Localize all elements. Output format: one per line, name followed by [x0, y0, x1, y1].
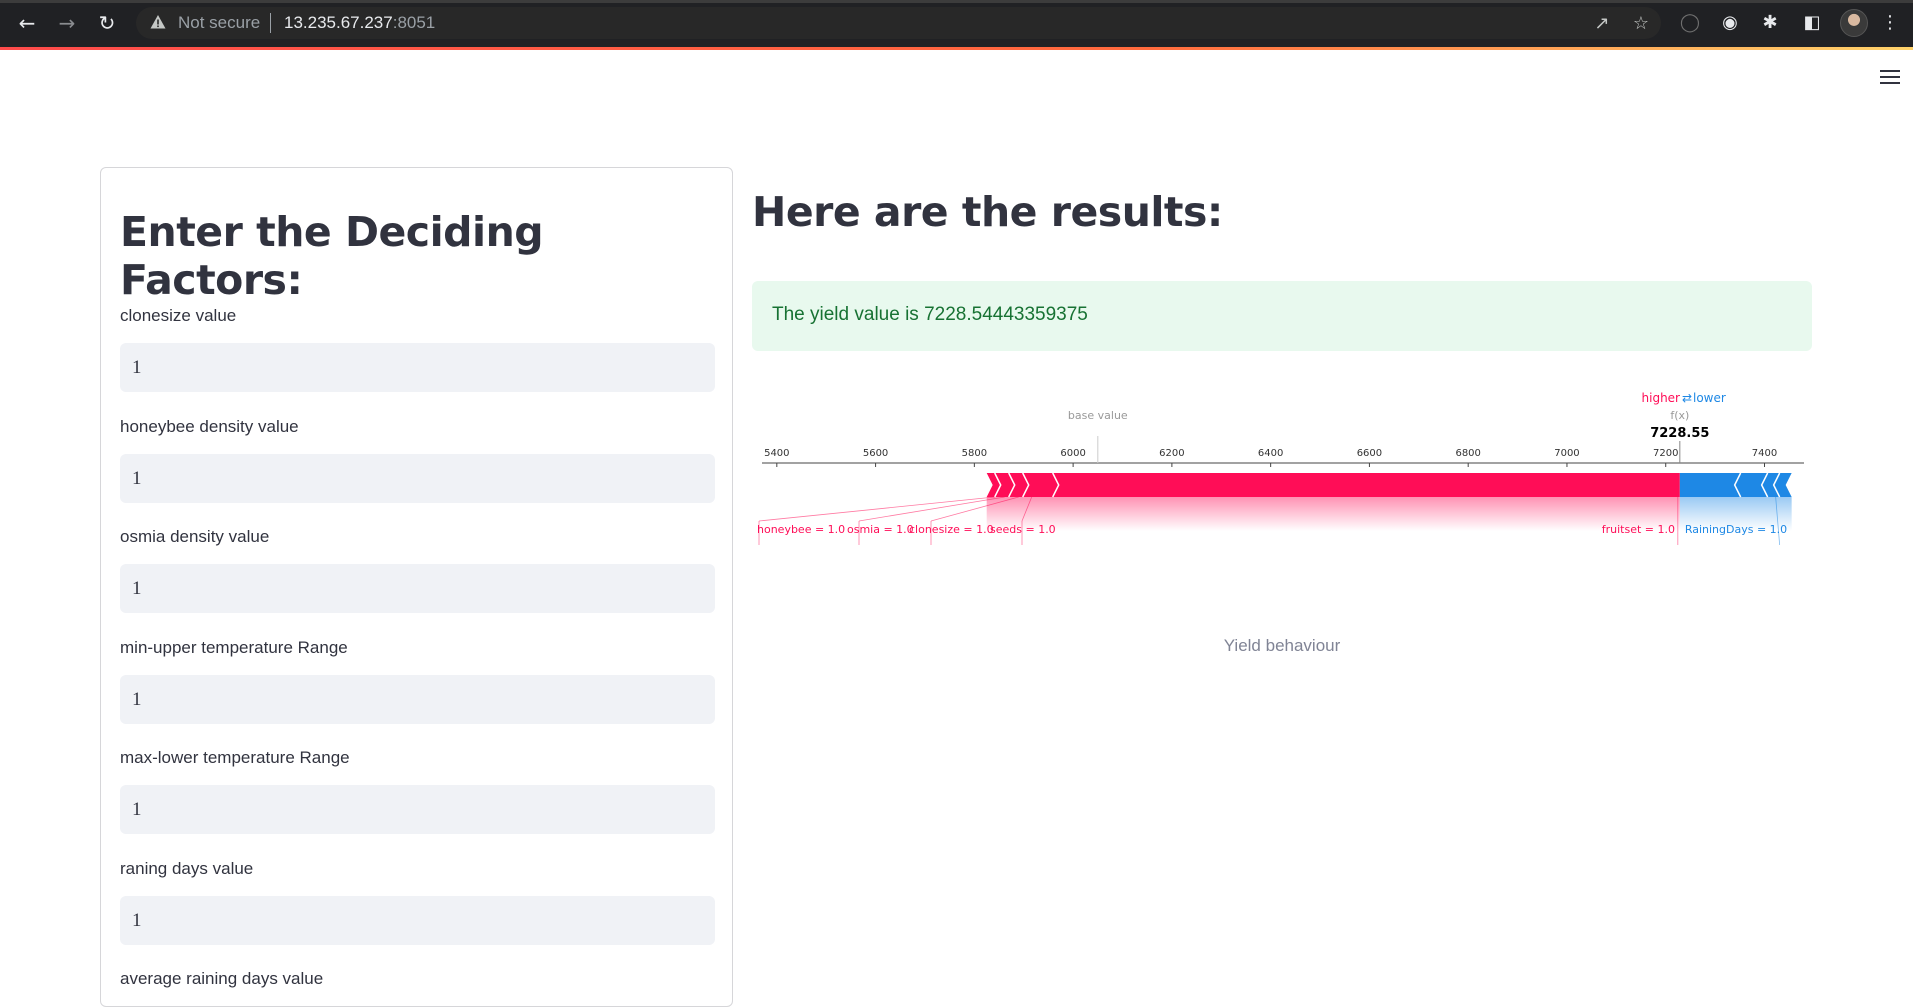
x-axis-tick-label: 6400	[1258, 448, 1283, 459]
bookmark-star-icon[interactable]: ☆	[1630, 13, 1652, 35]
max-lower-temp-label: max-lower temperature Range	[120, 748, 350, 767]
app-menu-icon[interactable]	[1880, 70, 1902, 88]
higher-feature-label: clonesize = 1.0	[909, 523, 994, 536]
x-axis-tick-label: 7400	[1752, 448, 1777, 459]
form-title: Enter the Deciding Factors:	[120, 208, 544, 304]
reload-icon[interactable]: ↻	[94, 10, 120, 36]
clonesize-input[interactable]: 1	[120, 343, 715, 392]
raining-days-input[interactable]: 1	[120, 896, 715, 945]
browser-toolbar: ← → ↻ Not secure 13.235.67.237:8051 ↗ ☆ …	[0, 0, 1913, 47]
profile-avatar[interactable]	[1840, 9, 1868, 37]
x-axis-tick-label: 7000	[1554, 448, 1579, 459]
higher-feature-label: honeybee = 1.0	[757, 523, 845, 536]
url-host: 13.235.67.237	[284, 13, 393, 32]
x-axis-tick-label: 6600	[1357, 448, 1382, 459]
x-axis-tick-label: 6200	[1159, 448, 1184, 459]
browser-menu-icon[interactable]: ⋮	[1878, 11, 1902, 35]
higher-shading	[986, 497, 1680, 531]
x-axis-tick-label: 5600	[863, 448, 888, 459]
x-axis-tick-label: 5400	[764, 448, 789, 459]
input-form-card: Enter the Deciding Factors: clonesize va…	[100, 167, 733, 1007]
success-alert: The yield value is 7228.54443359375	[752, 281, 1812, 351]
min-upper-temp-label: min-upper temperature Range	[120, 638, 348, 657]
app-loading-bar	[0, 47, 1913, 50]
share-icon[interactable]: ↗	[1591, 13, 1613, 35]
legend-lower: lower	[1693, 391, 1726, 405]
x-axis-tick-label: 5800	[962, 448, 987, 459]
extension-globe-icon[interactable]: ◉	[1718, 11, 1742, 35]
extensions-puzzle-icon[interactable]: ✱	[1758, 11, 1782, 35]
higher-feature-label: osmia = 1.0	[847, 523, 914, 536]
honeybee-input[interactable]: 1	[120, 454, 715, 503]
legend-higher: higher	[1642, 391, 1681, 405]
higher-feature-connector	[858, 496, 1005, 522]
higher-feature-connector	[758, 496, 995, 522]
url-text[interactable]: 13.235.67.237:8051	[284, 13, 435, 33]
force-plot-chart: higher ⇄ lower base value f(x) 7228.55 5…	[757, 391, 1804, 545]
honeybee-label: honeybee density value	[120, 417, 299, 436]
results-title: Here are the results:	[752, 188, 1223, 236]
side-panel-icon[interactable]: ◧	[1800, 11, 1824, 35]
higher-bar	[986, 473, 1680, 497]
tab-strip-edge	[0, 0, 1913, 3]
max-lower-temp-input[interactable]: 1	[120, 785, 715, 834]
x-axis-tick-label: 7200	[1653, 448, 1678, 459]
raining-days-label: raning days value	[120, 859, 254, 878]
back-arrow-icon[interactable]: ←	[14, 10, 40, 36]
fx-value: 7228.55	[1650, 426, 1709, 441]
lower-feature-label: RainingDays = 1.0	[1685, 523, 1787, 536]
higher-feature-label: fruitset = 1.0	[1602, 523, 1675, 536]
url-port: :8051	[392, 13, 436, 32]
address-separator	[270, 13, 271, 33]
x-axis-tick-label: 6800	[1455, 448, 1480, 459]
osmia-input[interactable]: 1	[120, 564, 715, 613]
plot-caption: Yield behaviour	[1223, 636, 1341, 655]
address-bar[interactable]: Not secure 13.235.67.237:8051 ↗ ☆	[136, 7, 1661, 39]
avg-raining-days-label: average raining days value	[120, 969, 324, 988]
extension-mouse-icon[interactable]: ◯	[1678, 11, 1702, 35]
clonesize-label: clonesize value	[120, 306, 237, 325]
higher-feature-label: seeds = 1.0	[990, 523, 1056, 536]
min-upper-temp-input[interactable]: 1	[120, 675, 715, 724]
osmia-label: osmia density value	[120, 527, 270, 546]
security-status[interactable]: Not secure	[178, 13, 260, 33]
forward-arrow-icon[interactable]: →	[54, 10, 80, 36]
fx-label: f(x)	[1670, 409, 1689, 422]
base-value-label: base value	[1068, 409, 1128, 422]
warning-icon	[150, 15, 166, 29]
lower-bar	[1679, 473, 1792, 497]
legend-arrows: ⇄	[1682, 391, 1692, 405]
yield-message: The yield value is 7228.54443359375	[772, 304, 1088, 325]
x-axis-tick-label: 6000	[1060, 448, 1085, 459]
